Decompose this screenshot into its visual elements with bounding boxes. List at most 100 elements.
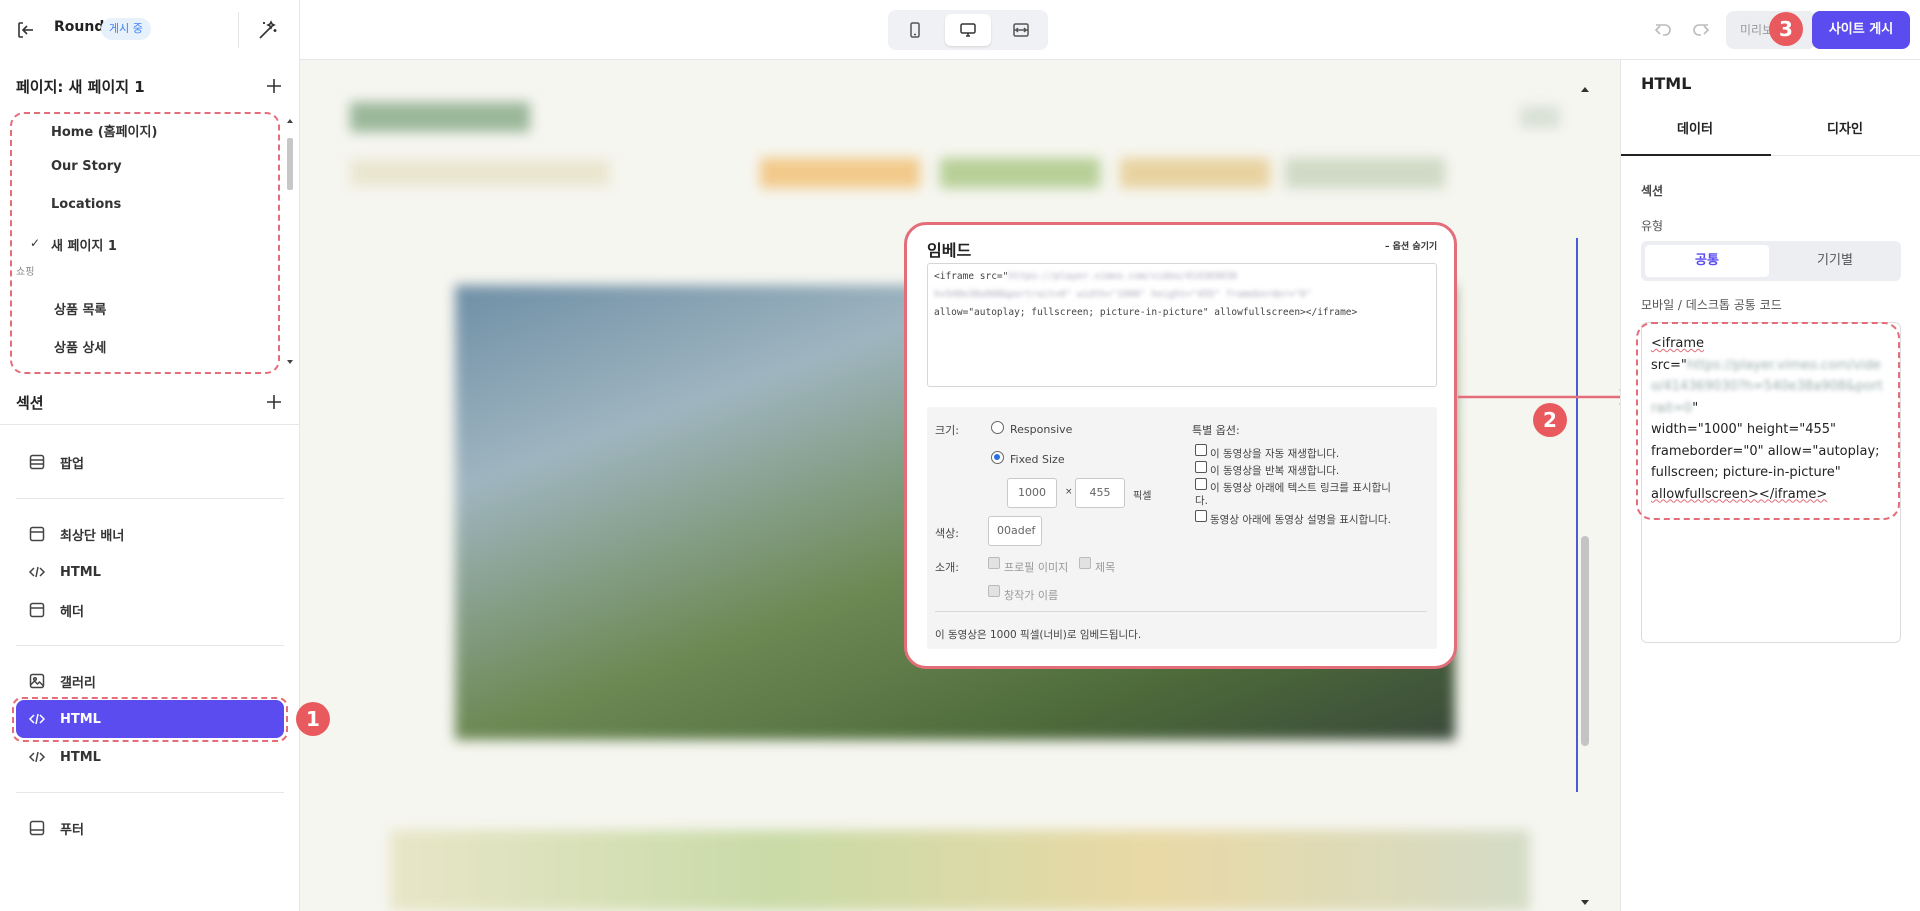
section-item-gallery[interactable]: 갤러리 bbox=[16, 662, 284, 700]
layout-icon bbox=[29, 454, 45, 470]
width-input[interactable]: 1000 bbox=[1007, 478, 1057, 508]
redo-icon[interactable] bbox=[1689, 18, 1713, 42]
loop-label: 이 동영상을 반복 재생합니다. bbox=[1210, 465, 1340, 477]
description-checkbox[interactable] bbox=[1195, 510, 1207, 522]
add-section-icon[interactable] bbox=[264, 392, 284, 412]
step-badge-1: 1 bbox=[296, 702, 330, 736]
blurred-gallery bbox=[390, 830, 1530, 911]
mobile-icon bbox=[910, 22, 920, 38]
times-symbol: × bbox=[1065, 487, 1073, 497]
exit-icon[interactable] bbox=[14, 18, 38, 42]
profile-image-label: 프로필 이미지 bbox=[1004, 561, 1069, 574]
text-link-label: 이 동영상 아래에 텍스트 링크를 표시합니 bbox=[1210, 482, 1391, 494]
blurred-nav bbox=[350, 160, 610, 186]
title-checkbox[interactable] bbox=[1079, 557, 1091, 569]
section-item-html[interactable]: HTML bbox=[16, 738, 284, 776]
image-icon bbox=[29, 673, 45, 689]
creator-name-checkbox[interactable] bbox=[988, 585, 1000, 597]
type-segmented-control: 공통 기기별 bbox=[1641, 241, 1901, 281]
step-badge-3: 3 bbox=[1769, 12, 1803, 46]
responsive-view-button[interactable] bbox=[998, 14, 1044, 46]
divider bbox=[0, 424, 300, 425]
code-text: <iframe src=" bbox=[934, 271, 1009, 282]
text-link-label-cont: 다. bbox=[1195, 495, 1208, 507]
section-label: HTML bbox=[60, 564, 101, 580]
type-option-per-device[interactable]: 기기별 bbox=[1773, 245, 1897, 277]
autoplay-checkbox[interactable] bbox=[1195, 444, 1207, 456]
undo-icon[interactable] bbox=[1651, 18, 1675, 42]
divider bbox=[238, 12, 239, 48]
magic-wand-icon[interactable] bbox=[256, 18, 280, 42]
section-label: 헤더 bbox=[60, 604, 84, 620]
type-label: 유형 bbox=[1641, 219, 1664, 233]
embed-code-textarea[interactable]: <iframe src="https://player.vimeo.com/vi… bbox=[927, 263, 1437, 387]
section-item-header[interactable]: 헤더 bbox=[16, 591, 284, 629]
embed-width-note: 이 동영상은 1000 픽셀(너비)로 임베드됩니다. bbox=[935, 629, 1142, 641]
embed-dialog: 임베드 – 옵션 숨기기 <iframe src="https://player… bbox=[904, 222, 1457, 669]
blurred-logo bbox=[350, 102, 530, 132]
height-input[interactable]: 455 bbox=[1075, 478, 1125, 508]
blurred-url: https://player.vimeo.com/video/414369030 bbox=[1008, 271, 1238, 282]
blurred-nav bbox=[940, 158, 1100, 188]
code-text: allow="autoplay; fullscreen; picture-in-… bbox=[934, 307, 1358, 318]
scroll-thumb[interactable] bbox=[1581, 536, 1589, 746]
color-input[interactable]: 00adef bbox=[988, 516, 1042, 546]
blurred-nav bbox=[760, 158, 920, 188]
fixed-size-label: Fixed Size bbox=[1010, 453, 1065, 466]
mobile-view-button[interactable] bbox=[892, 14, 938, 46]
hide-options-link[interactable]: – 옵션 숨기기 bbox=[1385, 239, 1437, 252]
divider bbox=[16, 645, 284, 646]
embed-title: 임베드 bbox=[927, 241, 972, 260]
section-item-html[interactable]: HTML bbox=[16, 553, 284, 591]
pixel-label: 픽셀 bbox=[1133, 491, 1152, 502]
embed-options-panel: 크기: Responsive Fixed Size 1000 × 455 픽셀 … bbox=[927, 407, 1437, 649]
type-option-common[interactable]: 공통 bbox=[1645, 245, 1769, 277]
tab-design[interactable]: 디자인 bbox=[1771, 110, 1919, 150]
step-badge-2: 2 bbox=[1533, 403, 1567, 437]
section-item-top-banner[interactable]: 최상단 배너 bbox=[16, 515, 284, 553]
creator-name-label: 창작가 이름 bbox=[1004, 589, 1059, 602]
pages-scrollbar[interactable] bbox=[286, 116, 294, 368]
section-item-popup[interactable]: 팝업 bbox=[16, 443, 284, 481]
profile-image-checkbox[interactable] bbox=[988, 557, 1000, 569]
section-item-footer[interactable]: 푸터 bbox=[16, 809, 284, 847]
layout-icon bbox=[29, 602, 45, 618]
fixed-size-radio[interactable] bbox=[991, 451, 1004, 464]
code-highlight-outline bbox=[1636, 322, 1900, 520]
sections-title: 섹션 bbox=[16, 394, 44, 412]
section-label: 팝업 bbox=[60, 456, 84, 472]
top-bar bbox=[300, 0, 1920, 60]
left-panel: Round 게시 중 페이지: 새 페이지 1 Home (홈페이지) Our … bbox=[0, 0, 300, 911]
divider bbox=[16, 498, 284, 499]
layout-icon bbox=[29, 526, 45, 542]
divider bbox=[935, 611, 1427, 612]
description-label: 동영상 아래에 동영상 설명을 표시합니다. bbox=[1210, 514, 1391, 526]
desktop-view-button[interactable] bbox=[945, 14, 991, 46]
section-label: 푸터 bbox=[60, 822, 84, 838]
responsive-icon bbox=[1013, 23, 1029, 37]
status-badge: 게시 중 bbox=[101, 18, 151, 40]
active-tab-indicator bbox=[1621, 154, 1771, 156]
tab-data[interactable]: 데이터 bbox=[1621, 110, 1769, 150]
divider bbox=[16, 792, 284, 793]
code-icon bbox=[28, 751, 46, 763]
section-label: HTML bbox=[60, 749, 101, 765]
panel-title: HTML bbox=[1641, 74, 1692, 93]
size-label: 크기: bbox=[935, 424, 959, 437]
section-label: 갤러리 bbox=[60, 675, 96, 691]
publish-site-button[interactable]: 사이트 게시 bbox=[1812, 11, 1910, 49]
canvas-scrollbar[interactable] bbox=[1578, 86, 1592, 911]
pages-highlight-outline bbox=[10, 112, 280, 374]
special-options-label: 특별 옵션: bbox=[1192, 424, 1240, 437]
section-label: 섹션 bbox=[1641, 184, 1664, 198]
autoplay-label: 이 동영상을 자동 재생합니다. bbox=[1210, 448, 1340, 460]
blurred-nav bbox=[1285, 158, 1445, 188]
responsive-radio[interactable] bbox=[991, 421, 1004, 434]
blurred-nav bbox=[1120, 158, 1270, 188]
add-page-icon[interactable] bbox=[264, 76, 284, 96]
text-link-checkbox[interactable] bbox=[1195, 478, 1207, 490]
color-label: 색상: bbox=[935, 527, 959, 540]
section-highlight-outline bbox=[12, 697, 288, 742]
loop-checkbox[interactable] bbox=[1195, 461, 1207, 473]
site-name: Round bbox=[54, 19, 105, 35]
